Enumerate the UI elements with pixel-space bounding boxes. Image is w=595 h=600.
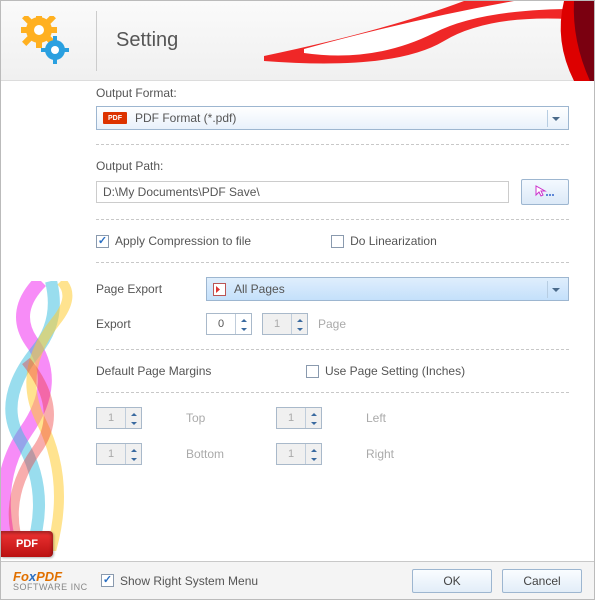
output-format-label: Output Format: [96, 86, 569, 100]
page-export-dropdown[interactable]: All Pages [206, 277, 569, 301]
page-export-value: All Pages [234, 282, 285, 296]
margin-bottom-input[interactable] [97, 444, 125, 464]
pdf-doc-icon [213, 283, 226, 296]
spin-up-icon[interactable] [306, 444, 321, 454]
spin-up-icon[interactable] [126, 408, 141, 418]
footer: FoxPDF SOFTWARE INC Show Right System Me… [1, 561, 594, 599]
margin-top-input[interactable] [97, 408, 125, 428]
spin-down-icon[interactable] [126, 418, 141, 428]
spin-up-icon[interactable] [126, 444, 141, 454]
header: Setting [1, 1, 594, 81]
margin-left-label: Left [366, 411, 426, 425]
chevron-down-icon [547, 281, 564, 298]
margin-bottom-label: Bottom [186, 447, 246, 461]
divider [96, 349, 569, 350]
spin-up-icon[interactable] [306, 408, 321, 418]
spin-down-icon[interactable] [292, 324, 307, 334]
settings-gear-icon [21, 16, 71, 66]
margin-top-label: Top [186, 411, 246, 425]
spin-up-icon[interactable] [292, 314, 307, 324]
checkbox-icon [96, 235, 109, 248]
divider [96, 219, 569, 220]
divider [96, 262, 569, 263]
export-from-spinner[interactable] [206, 313, 252, 335]
checkbox-icon [306, 365, 319, 378]
header-divider [96, 11, 97, 71]
output-path-input[interactable]: D:\My Documents\PDF Save\ [96, 181, 509, 203]
cursor-ellipsis-icon [535, 185, 555, 199]
chevron-down-icon [547, 110, 564, 127]
margin-right-spinner[interactable] [276, 443, 322, 465]
use-page-setting-checkbox[interactable]: Use Page Setting (Inches) [306, 364, 465, 378]
smoke-decoration [1, 281, 81, 551]
default-margins-label: Default Page Margins [96, 364, 296, 378]
browse-button[interactable] [521, 179, 569, 205]
divider [96, 392, 569, 393]
export-page-suffix: Page [318, 317, 346, 331]
checkbox-icon [101, 574, 114, 587]
apply-compression-checkbox[interactable]: Apply Compression to file [96, 234, 251, 248]
spin-up-icon[interactable] [236, 314, 251, 324]
foxpdf-logo: FoxPDF SOFTWARE INC [13, 570, 91, 592]
cancel-button[interactable]: Cancel [502, 569, 582, 593]
export-to-spinner[interactable] [262, 313, 308, 335]
output-path-label: Output Path: [96, 159, 569, 173]
margin-left-spinner[interactable] [276, 407, 322, 429]
export-label: Export [96, 317, 196, 331]
spin-down-icon[interactable] [306, 418, 321, 428]
export-from-input[interactable] [207, 314, 235, 334]
do-linearization-label: Do Linearization [350, 234, 437, 248]
apply-compression-label: Apply Compression to file [115, 234, 251, 248]
margin-bottom-spinner[interactable] [96, 443, 142, 465]
spin-down-icon[interactable] [236, 324, 251, 334]
margin-left-input[interactable] [277, 408, 305, 428]
spin-down-icon[interactable] [126, 454, 141, 464]
export-to-input[interactable] [263, 314, 291, 334]
use-page-setting-label: Use Page Setting (Inches) [325, 364, 465, 378]
margin-right-input[interactable] [277, 444, 305, 464]
output-format-dropdown[interactable]: PDF PDF Format (*.pdf) [96, 106, 569, 130]
do-linearization-checkbox[interactable]: Do Linearization [331, 234, 437, 248]
output-format-value: PDF Format (*.pdf) [135, 111, 236, 125]
ok-button[interactable]: OK [412, 569, 492, 593]
checkbox-icon [331, 235, 344, 248]
pdf-badge-icon: PDF [103, 112, 127, 124]
margin-right-label: Right [366, 447, 426, 461]
show-right-menu-checkbox[interactable]: Show Right System Menu [101, 574, 258, 588]
spin-down-icon[interactable] [306, 454, 321, 464]
margin-top-spinner[interactable] [96, 407, 142, 429]
show-right-menu-label: Show Right System Menu [120, 574, 258, 588]
header-swoosh-decoration [264, 1, 594, 81]
pdf-tab-badge: PDF [1, 531, 53, 557]
page-title: Setting [116, 29, 178, 52]
page-export-label: Page Export [96, 282, 196, 296]
divider [96, 144, 569, 145]
